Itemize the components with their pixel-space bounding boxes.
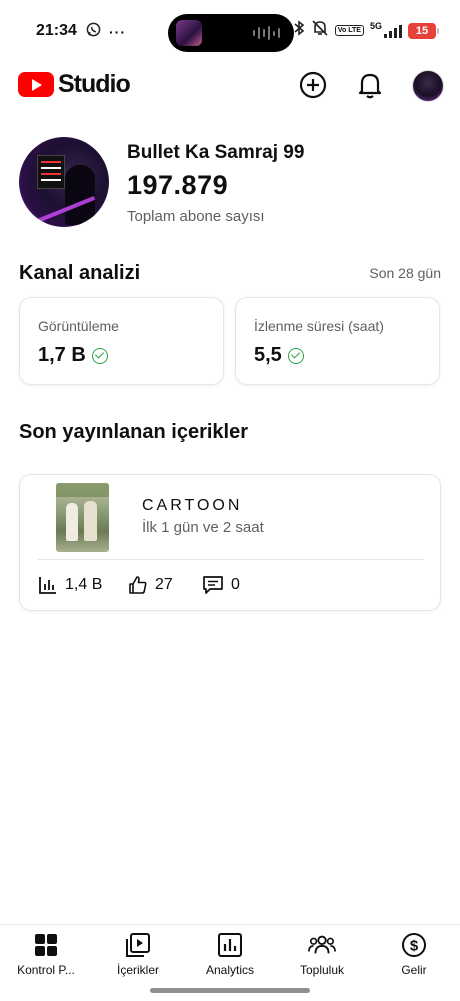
analytics-section-title: Kanal analizi <box>19 262 141 284</box>
account-avatar[interactable] <box>412 70 444 102</box>
nav-community[interactable]: Topluluk <box>276 931 368 977</box>
divider <box>38 559 424 560</box>
dynamic-island[interactable] <box>168 14 294 52</box>
nav-label: Analytics <box>205 963 255 977</box>
check-circle-icon <box>91 347 108 364</box>
signal-icon <box>384 24 402 38</box>
bluetooth-icon <box>293 20 305 41</box>
notifications-button[interactable] <box>355 70 385 100</box>
content-icon <box>124 931 152 959</box>
stat-number: 1,7 B <box>38 344 86 366</box>
battery-icon: 15 <box>408 22 439 39</box>
mute-icon <box>311 20 329 41</box>
nav-label: Topluluk <box>299 963 345 977</box>
channel-name[interactable]: Bullet Ka Samraj 99 <box>127 142 304 164</box>
stat-label: Görüntüleme <box>38 318 119 334</box>
nav-content[interactable]: İçerikler <box>92 931 184 977</box>
stat-value: 1,7 B <box>38 344 108 367</box>
analytics-period: Son 28 gün <box>369 265 441 281</box>
avatar-poster <box>37 155 65 189</box>
video-thumbnail[interactable] <box>56 483 109 552</box>
status-time: 21:34 <box>36 22 77 39</box>
likes-count: 27 <box>155 576 173 593</box>
stat-label: İzlenme süresi (saat) <box>254 318 384 334</box>
audio-wave-icon <box>253 26 280 40</box>
comments-metric: 0 <box>202 575 240 595</box>
svg-text:$: $ <box>410 938 419 955</box>
media-thumbnail <box>176 20 202 46</box>
channel-avatar[interactable] <box>19 137 109 227</box>
recent-section-title: Son yayınlanan içerikler <box>19 421 248 443</box>
bell-icon <box>358 73 382 99</box>
comment-icon <box>203 576 223 594</box>
community-icon <box>308 931 336 959</box>
stat-number: 5,5 <box>254 344 282 366</box>
status-left-icons: ··· <box>86 22 126 42</box>
watch-time-stat-card[interactable]: İzlenme süresi (saat) 5,5 <box>235 297 440 385</box>
comments-count: 0 <box>231 576 240 593</box>
more-dots-icon: ··· <box>109 24 126 40</box>
youtube-studio-logo[interactable]: Studio <box>18 70 131 99</box>
bar-chart-icon <box>39 577 56 594</box>
stat-value: 5,5 <box>254 344 304 367</box>
battery-level: 15 <box>415 24 429 37</box>
network-type: 5G <box>369 20 382 31</box>
volte-icon: Vo LTE <box>334 25 364 36</box>
create-button[interactable] <box>298 70 328 100</box>
youtube-play-icon <box>18 72 54 97</box>
recent-content-card[interactable]: CARTOON İlk 1 gün ve 2 saat 1,4 B 27 0 <box>19 474 441 611</box>
check-circle-icon <box>287 347 304 364</box>
nav-label: Gelir <box>401 963 427 977</box>
nav-earn[interactable]: $ Gelir <box>368 931 460 977</box>
status-right-icons: Vo LTE 5G 15 <box>293 20 439 41</box>
nav-label: İçerikler <box>116 963 159 977</box>
subscriber-count: 197.879 <box>127 170 229 200</box>
views-count: 1,4 B <box>65 576 103 593</box>
likes-metric: 27 <box>128 575 173 595</box>
subscriber-label: Toplam abone sayısı <box>127 208 265 225</box>
analytics-icon <box>216 931 244 959</box>
avatar-figure <box>65 165 95 225</box>
nav-analytics[interactable]: Analytics <box>184 931 276 977</box>
views-metric: 1,4 B <box>38 575 102 595</box>
views-stat-card[interactable]: Görüntüleme 1,7 B <box>19 297 224 385</box>
thumbs-up-icon <box>129 576 147 594</box>
video-title: CARTOON <box>142 497 243 514</box>
create-icon <box>299 71 327 99</box>
video-meta: İlk 1 gün ve 2 saat <box>142 519 264 536</box>
whatsapp-icon <box>86 22 101 42</box>
home-indicator[interactable] <box>150 988 310 993</box>
nav-label: Kontrol P... <box>17 963 75 977</box>
dashboard-icon <box>32 931 60 959</box>
app-name: Studio <box>58 70 131 98</box>
earn-icon: $ <box>400 931 428 959</box>
nav-dashboard[interactable]: Kontrol P... <box>0 931 92 977</box>
